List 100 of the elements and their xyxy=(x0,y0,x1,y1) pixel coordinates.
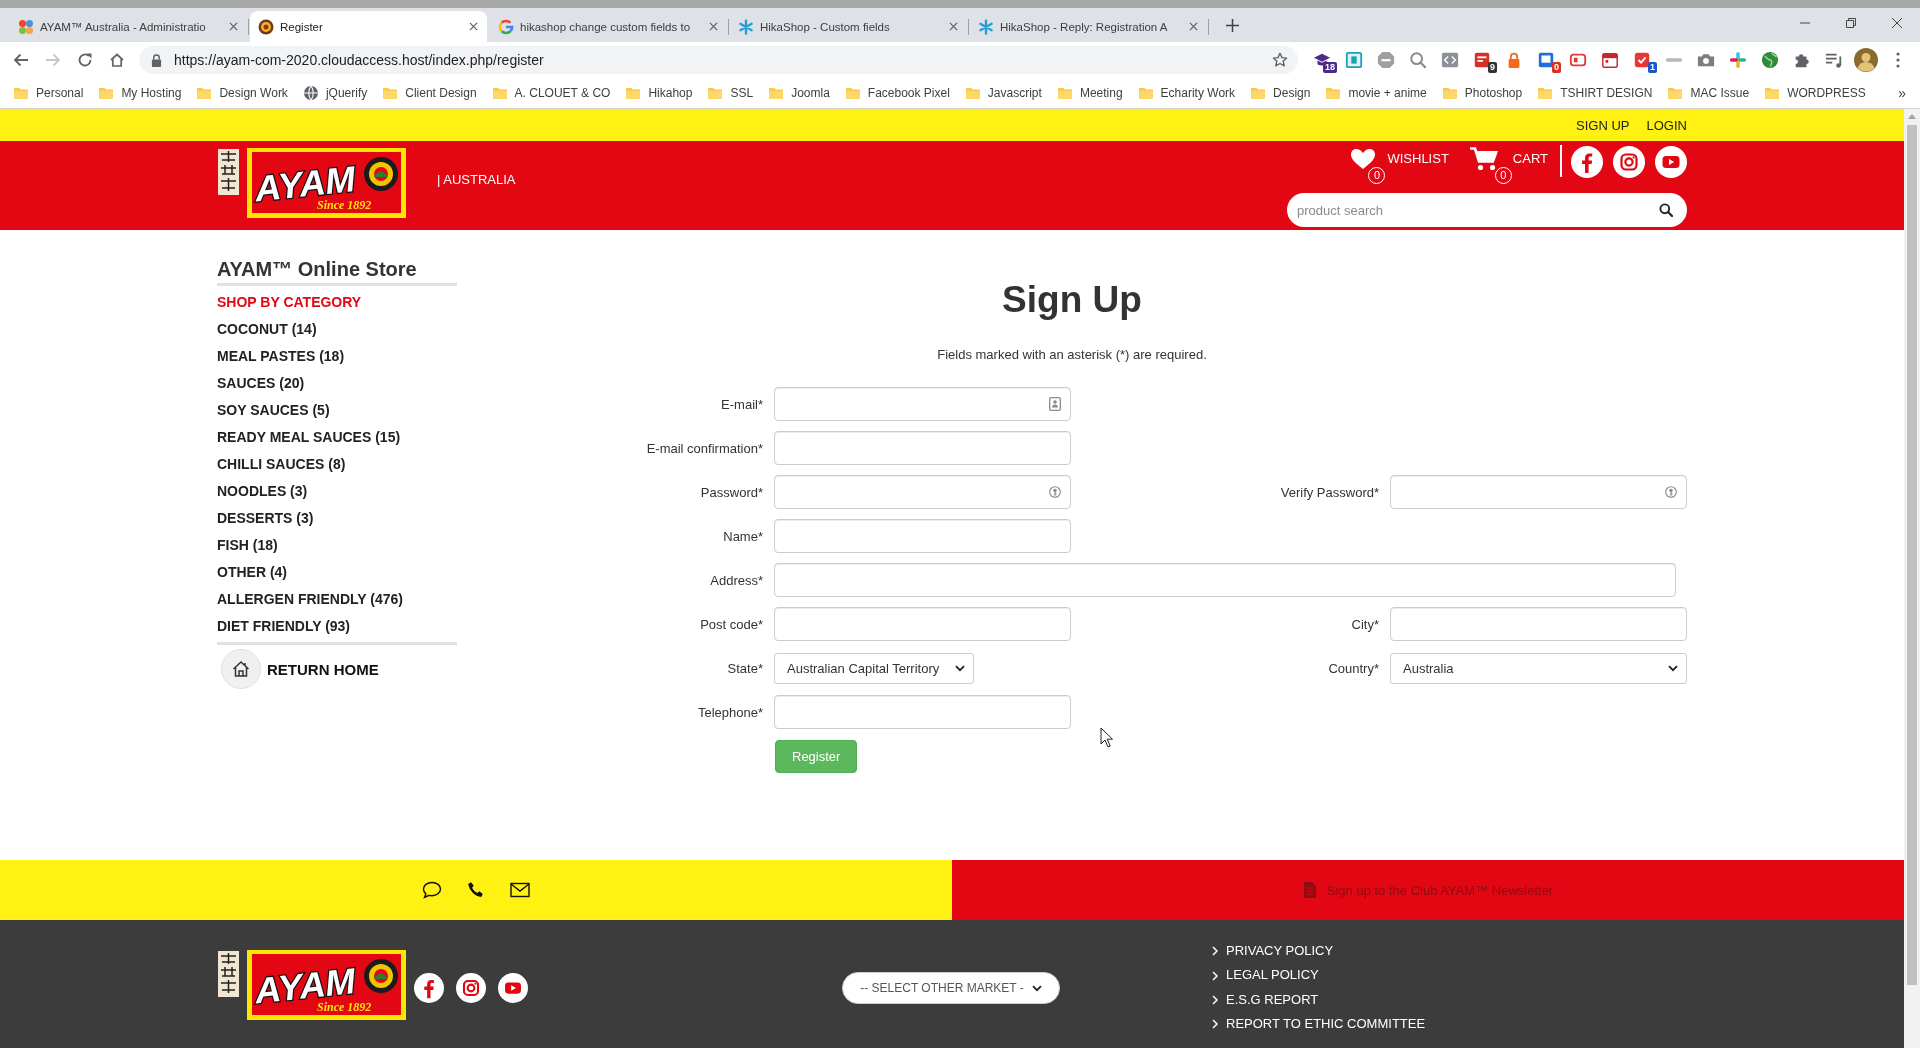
category-link[interactable]: CHILLI SAUCES (8) xyxy=(217,451,457,478)
search-icon[interactable] xyxy=(1659,203,1673,217)
phone-icon[interactable] xyxy=(466,881,486,899)
bookmark-link[interactable]: Meeting xyxy=(1049,81,1130,105)
bookmark-link[interactable]: Javascript xyxy=(957,81,1049,105)
dropdown[interactable]: Australia xyxy=(1390,652,1687,684)
bookmark-link[interactable]: TSHIRT DESIGN xyxy=(1530,81,1660,105)
mail-icon[interactable] xyxy=(510,881,530,899)
instagram-icon[interactable] xyxy=(1613,146,1645,178)
input-field[interactable] xyxy=(774,431,1071,465)
account-link[interactable]: LOGIN xyxy=(1646,117,1687,133)
category-link[interactable]: FISH (18) xyxy=(217,532,457,559)
category-link[interactable]: SAUCES (20) xyxy=(217,370,457,397)
globe-icon[interactable] xyxy=(1761,51,1779,69)
youtube-icon[interactable] xyxy=(498,973,528,1003)
browser-tab[interactable]: Register xyxy=(250,11,487,42)
close-icon[interactable] xyxy=(949,22,958,31)
dropdown[interactable]: Australian Capital Territory xyxy=(774,652,975,684)
wishlist-link[interactable]: WISHLIST xyxy=(1387,151,1449,166)
cart-link[interactable]: CART xyxy=(1512,151,1548,166)
account-link[interactable]: SIGN UP xyxy=(1576,117,1630,133)
bookmark-link[interactable]: WORDPRESS xyxy=(1757,81,1873,105)
camera-icon[interactable] xyxy=(1697,51,1715,69)
return-home-link[interactable]: RETURN HOME xyxy=(221,649,457,689)
browser-tab[interactable]: AYAM™ Australia - Administratio xyxy=(10,11,247,42)
close-icon[interactable] xyxy=(709,22,718,31)
browser-tab[interactable]: hikashop change custom fields to xyxy=(490,11,727,42)
footer-link[interactable]: LEGAL POLICY xyxy=(1212,963,1426,988)
bookmark-link[interactable]: Personal xyxy=(6,81,91,105)
bookmark-link[interactable]: My Hosting xyxy=(91,81,189,105)
category-link[interactable]: OTHER (4) xyxy=(217,559,457,586)
bookmark-link[interactable]: jQuerify xyxy=(295,81,375,105)
scrollbar-thumb[interactable] xyxy=(1907,125,1917,985)
restore-icon[interactable] xyxy=(1846,18,1856,28)
bookmark-link[interactable]: MAC Issue xyxy=(1660,81,1757,105)
tile-icon[interactable] xyxy=(1473,51,1491,69)
category-link[interactable]: DIET FRIENDLY (93) xyxy=(217,613,457,640)
facebook-icon[interactable] xyxy=(414,973,444,1003)
heart-icon[interactable] xyxy=(1350,148,1377,170)
input-field[interactable] xyxy=(774,387,1071,421)
avatar-icon[interactable] xyxy=(1854,48,1878,72)
footer-link[interactable]: E.S.G REPORT xyxy=(1212,987,1426,1013)
address-field[interactable]: https://ayam-com-2020.cloudaccess.host/index.php/register xyxy=(139,46,1298,74)
magnifier-icon[interactable] xyxy=(1409,51,1427,69)
star-icon[interactable] xyxy=(1272,52,1288,68)
search-field[interactable]: product search xyxy=(1287,193,1687,227)
instagram-icon[interactable] xyxy=(456,973,486,1003)
calendar-icon[interactable] xyxy=(1601,51,1619,69)
bookmark-link[interactable]: Echarity Work xyxy=(1130,81,1243,105)
input-field[interactable] xyxy=(774,695,1071,729)
bookmark-link[interactable]: SSL xyxy=(700,81,761,105)
chat-bubble-icon[interactable] xyxy=(422,881,442,899)
plus-icon[interactable] xyxy=(1226,19,1239,32)
pinwheel-icon[interactable] xyxy=(1729,51,1747,69)
bookmark-link[interactable]: Photoshop xyxy=(1434,81,1530,105)
close-icon[interactable] xyxy=(229,22,238,31)
category-link[interactable]: ALLERGEN FRIENDLY (476) xyxy=(217,586,457,613)
key-icon[interactable] xyxy=(1665,485,1677,499)
category-link[interactable]: DESSERTS (3) xyxy=(217,505,457,532)
more-bookmarks[interactable]: » xyxy=(1898,85,1906,101)
input-field[interactable] xyxy=(774,475,1071,509)
footer-link[interactable]: REPORT TO ETHIC COMMITTEE xyxy=(1212,1012,1426,1037)
category-link[interactable]: NOODLES (3) xyxy=(217,478,457,505)
bookmark-link[interactable]: Hikahop xyxy=(618,81,700,105)
lock-icon[interactable] xyxy=(151,53,162,67)
facebook-icon[interactable] xyxy=(1571,146,1603,178)
input-field[interactable] xyxy=(1390,475,1687,509)
bookmark-link[interactable]: Design Work xyxy=(189,81,295,105)
category-link[interactable]: SOY SAUCES (5) xyxy=(217,397,457,424)
window-icon[interactable] xyxy=(1537,51,1555,69)
bookmark-link[interactable]: Design xyxy=(1243,81,1318,105)
bookmark-link[interactable]: A. CLOUET & CO xyxy=(484,81,618,105)
playlist-icon[interactable] xyxy=(1825,51,1843,69)
youtube-icon[interactable] xyxy=(1655,146,1687,178)
input-field[interactable] xyxy=(1390,607,1687,641)
back-icon[interactable] xyxy=(13,52,29,68)
input-field[interactable] xyxy=(774,563,1676,597)
bookmark-link[interactable]: Client Design xyxy=(375,81,484,105)
home-icon[interactable] xyxy=(109,52,125,68)
category-link[interactable]: MEAL PASTES (18) xyxy=(217,343,457,370)
category-link[interactable]: COCONUT (14) xyxy=(217,316,457,343)
octagon-icon[interactable] xyxy=(1377,51,1395,69)
puzzle-icon[interactable] xyxy=(1793,51,1811,69)
input-field[interactable] xyxy=(774,607,1071,641)
bookmark-link[interactable]: Facebook Pixel xyxy=(837,81,957,105)
reload-icon[interactable] xyxy=(77,52,93,68)
cart-icon[interactable] xyxy=(1468,146,1499,172)
category-link[interactable]: READY MEAL SAUCES (15) xyxy=(217,424,457,451)
browser-tab[interactable]: HikaShop - Reply: Registration A xyxy=(970,11,1207,42)
scrollbar-track[interactable] xyxy=(1904,109,1920,1048)
close-icon[interactable] xyxy=(469,22,478,31)
input-field[interactable] xyxy=(774,519,1071,553)
contact-card-icon[interactable] xyxy=(1049,397,1061,411)
close-icon[interactable] xyxy=(1892,18,1902,28)
market-dropdown[interactable]: -- SELECT OTHER MARKET - xyxy=(842,972,1060,1004)
bracket-square-icon[interactable] xyxy=(1345,51,1363,69)
close-icon[interactable] xyxy=(1189,22,1198,31)
footer-link[interactable]: PRIVACY POLICY xyxy=(1212,939,1426,964)
browser-tab[interactable]: HikaShop - Custom fields xyxy=(730,11,967,42)
menu-icon[interactable] xyxy=(1896,52,1900,68)
